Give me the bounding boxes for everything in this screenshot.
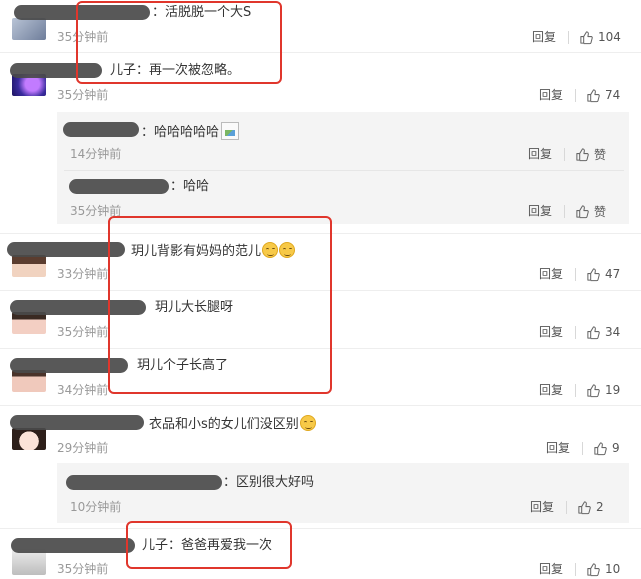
like-button[interactable]: 34 (586, 324, 620, 340)
separator (564, 205, 565, 218)
comment-time: 35分钟前 (57, 562, 109, 576)
avatar[interactable] (12, 428, 46, 450)
thumbs-up-icon (587, 267, 600, 281)
reply-button[interactable]: 回复 (539, 87, 563, 103)
separator (575, 268, 576, 281)
separator (568, 31, 569, 44)
thumbs-up-icon (594, 441, 607, 455)
highlight-box (76, 1, 282, 84)
thumbs-up-icon (587, 383, 600, 397)
like-count: 47 (605, 267, 621, 281)
reply-text: ：哈哈 (170, 179, 210, 194)
separator (575, 89, 576, 102)
like-count: 赞 (594, 204, 607, 219)
separator (575, 563, 576, 576)
reply-button[interactable]: 回复 (539, 382, 563, 398)
reply-time: 10分钟前 (70, 500, 122, 514)
like-button[interactable]: 10 (586, 561, 620, 577)
comment-time: 34分钟前 (57, 383, 109, 397)
like-count: 34 (605, 325, 621, 339)
avatar[interactable] (12, 255, 46, 277)
reply-button[interactable]: 回复 (530, 499, 554, 515)
like-count: 19 (605, 383, 621, 397)
like-button[interactable]: 9 (593, 440, 620, 456)
reply-button[interactable]: 回复 (539, 266, 563, 282)
username-redacted (10, 415, 144, 430)
thumbs-up-icon (587, 325, 600, 339)
broken-image-icon (221, 122, 240, 140)
reply-button[interactable]: 回复 (528, 203, 552, 219)
username-redacted (66, 475, 222, 490)
username-redacted (11, 538, 135, 553)
separator (564, 148, 565, 161)
like-button[interactable]: 104 (579, 29, 621, 45)
highlight-box (108, 216, 332, 394)
divider (0, 528, 641, 529)
comment-text: 衣品和小s的女儿们没区别 (149, 415, 316, 433)
separator (582, 442, 583, 455)
smile-emoji-icon (299, 415, 316, 431)
comment-time: 35分钟前 (57, 88, 109, 102)
comment-time: 33分钟前 (57, 267, 109, 281)
separator (566, 501, 567, 514)
reply-button[interactable]: 回复 (532, 29, 556, 45)
reply-time: 14分钟前 (70, 147, 122, 161)
thumbs-up-icon (578, 500, 591, 514)
like-button[interactable]: 赞 (575, 146, 606, 162)
highlight-box (126, 521, 292, 569)
thumbs-up-icon (587, 88, 600, 102)
thumbs-up-icon (576, 147, 589, 161)
divider (64, 170, 624, 171)
like-button[interactable]: 47 (586, 266, 620, 282)
like-count: 74 (605, 88, 621, 102)
username-redacted (69, 179, 169, 194)
avatar[interactable] (12, 370, 46, 392)
separator (575, 326, 576, 339)
like-count: 2 (596, 500, 604, 514)
reply-button[interactable]: 回复 (539, 324, 563, 340)
reply-text-value: ：哈哈哈哈哈 (141, 125, 220, 140)
reply-text: ：哈哈哈哈哈 (141, 122, 240, 141)
comment-time: 35分钟前 (57, 325, 109, 339)
like-count: 赞 (594, 147, 607, 162)
thumbs-up-icon (580, 30, 593, 44)
thumbs-up-icon (576, 204, 589, 218)
thumbs-up-icon (587, 562, 600, 576)
reply-button[interactable]: 回复 (546, 440, 570, 456)
like-count: 9 (612, 441, 620, 455)
like-button[interactable]: 19 (586, 382, 620, 398)
like-button[interactable]: 赞 (575, 203, 606, 219)
comment-time: 29分钟前 (57, 441, 109, 455)
like-button[interactable]: 2 (577, 499, 604, 515)
username-redacted (63, 122, 139, 137)
reply-button[interactable]: 回复 (539, 561, 563, 577)
reply-text: ：区别很大好吗 (223, 475, 315, 490)
like-count: 104 (598, 30, 621, 44)
comment-text-value: 衣品和小s的女儿们没区别 (149, 417, 299, 432)
avatar[interactable] (12, 18, 46, 40)
reply-button[interactable]: 回复 (528, 146, 552, 162)
avatar[interactable] (12, 312, 46, 334)
like-button[interactable]: 74 (586, 87, 620, 103)
separator (575, 384, 576, 397)
like-count: 10 (605, 562, 621, 576)
divider (0, 405, 641, 406)
